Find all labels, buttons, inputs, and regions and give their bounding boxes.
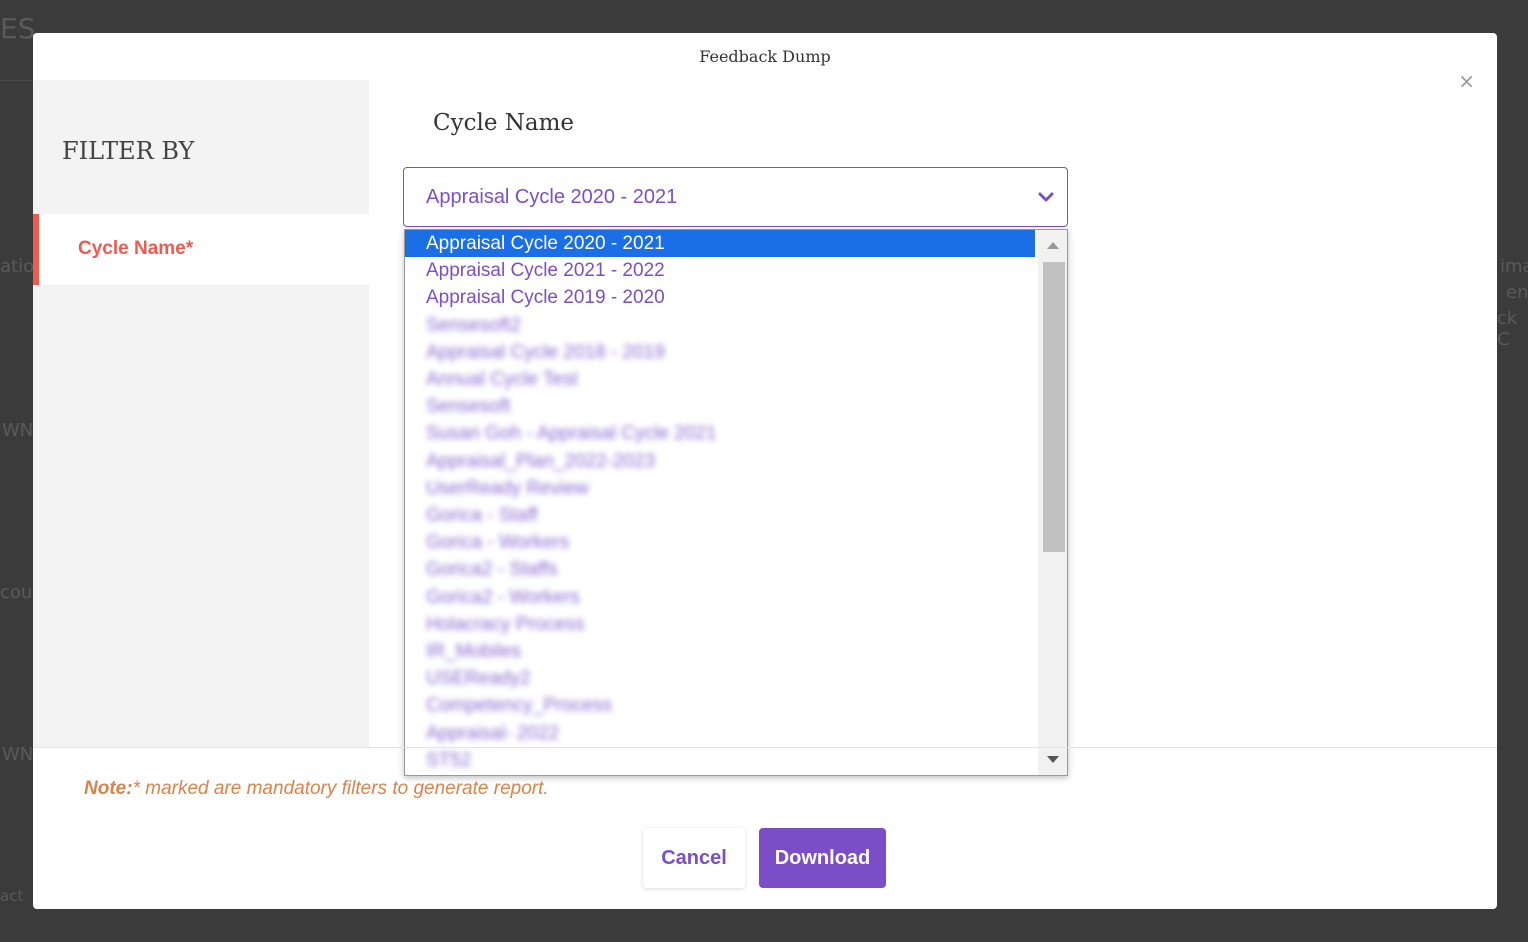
option-item[interactable]: Holacracy Process [405,611,1035,638]
note-text: * marked are mandatory filters to genera… [132,778,549,799]
close-icon[interactable]: × [1458,71,1475,91]
option-item[interactable]: Gorica - Staff [405,502,1035,529]
option-item[interactable]: Gorica2 - Workers [405,584,1035,611]
note-prefix: Note: [84,778,133,799]
feedback-dump-modal: Feedback Dump × FILTER BY Cycle Name* Cy… [33,33,1497,909]
modal-title: Feedback Dump [699,47,831,66]
cycle-name-options[interactable]: Appraisal Cycle 2020 - 2021 Appraisal Cyc… [404,229,1068,776]
option-item[interactable]: Annual Cycle Test [405,366,1035,393]
background-fragment: atio [0,256,35,277]
option-item[interactable]: Susan Goh - Appraisal Cycle 2021 [405,420,1035,447]
option-item[interactable]: Appraisal Cycle 2020 - 2021 [405,230,1035,257]
option-item[interactable]: ST52 [405,747,1035,774]
option-item[interactable]: Appraisal- 2022 [405,720,1035,747]
background-fragment: act [0,887,24,905]
filter-by-heading: FILTER BY [62,137,195,165]
select-value: Appraisal Cycle 2020 - 2021 [426,186,678,208]
option-item[interactable]: Gorica2 - Staffs [405,556,1035,583]
sidebar-item-cycle-name[interactable]: Cycle Name* [33,214,369,285]
option-item[interactable]: Sensesoft [405,393,1035,420]
cancel-button[interactable]: Cancel [643,828,745,888]
background-fragment: WN [2,420,34,441]
background-fragment: ES [0,12,36,45]
mandatory-note: Note:* marked are mandatory filters to g… [84,778,549,800]
option-item[interactable]: Competency_Process [405,692,1035,719]
cycle-name-select[interactable]: Appraisal Cycle 2020 - 2021 [403,167,1068,227]
scroll-up-arrow-icon[interactable] [1047,242,1059,249]
background-fragment: ima [1500,256,1528,277]
option-item[interactable]: UserReady Review [405,475,1035,502]
option-item[interactable]: Appraisal Cycle 2021 - 2022 [405,257,1035,284]
sidebar-item-label: Cycle Name* [78,238,194,259]
option-item[interactable]: Gorica - Workers [405,529,1035,556]
option-item[interactable]: Appraisal Cycle 2019 - 2020 [405,284,1035,311]
cycle-name-label: Cycle Name [433,110,575,136]
scroll-down-arrow-icon[interactable] [1047,756,1059,763]
chevron-down-icon [1038,192,1054,202]
option-item[interactable]: Appraisal Cycle 2018 - 2019 [405,339,1035,366]
option-item[interactable]: Sensesoft2 [405,312,1035,339]
filter-sidebar: FILTER BY Cycle Name* [33,80,369,747]
background-fragment: cou [0,582,33,603]
option-item[interactable]: Appraisal_Plan_2022-2023 [405,448,1035,475]
background-divider [0,80,33,81]
background-fragment: WN [2,744,34,765]
background-fragment: en [1506,282,1528,303]
download-button[interactable]: Download [759,828,886,888]
footer-divider [33,747,1497,748]
option-item[interactable]: USEReady2 [405,665,1035,692]
background-fragment: ck C [1497,308,1518,350]
scrollbar[interactable] [1038,230,1067,775]
scroll-thumb[interactable] [1043,262,1065,552]
option-item[interactable]: IR_Mobiles [405,638,1035,665]
